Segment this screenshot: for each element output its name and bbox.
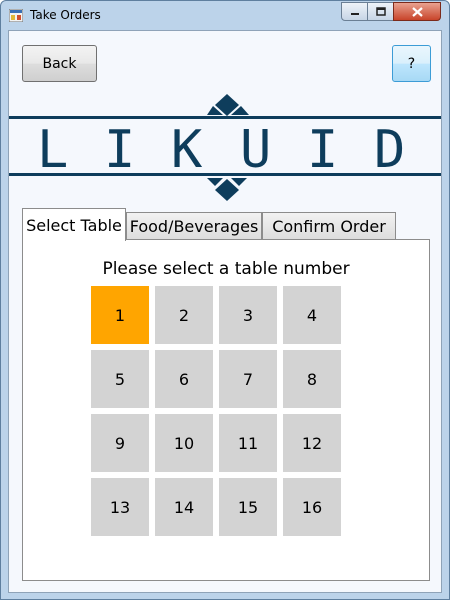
- table-button-7[interactable]: 7: [219, 350, 277, 408]
- window-title: Take Orders: [30, 8, 101, 22]
- likuid-logo: L I K U I D: [9, 94, 441, 201]
- table-grid: 1 2 3 4 5 6 7 8 9 10 11 12 13 14 15 16: [91, 286, 341, 536]
- maximize-button[interactable]: [367, 2, 394, 21]
- table-button-2[interactable]: 2: [155, 286, 213, 344]
- select-table-panel: Please select a table number 1 2 3 4 5 6…: [22, 239, 430, 581]
- logo-top-diamonds: [207, 94, 249, 116]
- logo-letter: K: [171, 120, 203, 180]
- logo-bottom-diamonds: [207, 178, 247, 201]
- table-button-16[interactable]: 16: [283, 478, 341, 536]
- logo-letter: I: [307, 120, 338, 180]
- logo-bottom-rule: [9, 173, 441, 176]
- table-prompt: Please select a table number: [102, 259, 350, 279]
- table-button-12[interactable]: 12: [283, 414, 341, 472]
- table-button-9[interactable]: 9: [91, 414, 149, 472]
- tab-select-table[interactable]: Select Table: [22, 208, 126, 241]
- table-button-6[interactable]: 6: [155, 350, 213, 408]
- logo-letter: D: [374, 120, 405, 180]
- client-area: Back ? L I K U I D Select Table Food/Bev…: [8, 30, 442, 593]
- table-button-13[interactable]: 13: [91, 478, 149, 536]
- help-button[interactable]: ?: [392, 45, 431, 82]
- table-button-5[interactable]: 5: [91, 350, 149, 408]
- minimize-icon: [350, 12, 359, 15]
- tab-food-beverages[interactable]: Food/Beverages: [126, 212, 262, 240]
- minimize-button[interactable]: [341, 2, 368, 21]
- close-button[interactable]: [393, 2, 441, 21]
- table-button-14[interactable]: 14: [155, 478, 213, 536]
- logo-top-rule: [9, 116, 441, 119]
- app-window: Take Orders Back ? L I K U I D Select Ta…: [0, 0, 450, 600]
- table-button-15[interactable]: 15: [219, 478, 277, 536]
- logo-letter: I: [104, 120, 135, 180]
- table-button-4[interactable]: 4: [283, 286, 341, 344]
- table-button-11[interactable]: 11: [219, 414, 277, 472]
- title-bar[interactable]: Take Orders: [1, 1, 449, 29]
- logo-letter: U: [240, 120, 271, 180]
- logo-letter: L: [37, 120, 68, 180]
- table-button-3[interactable]: 3: [219, 286, 277, 344]
- table-button-1[interactable]: 1: [91, 286, 149, 344]
- table-button-10[interactable]: 10: [155, 414, 213, 472]
- close-icon: [411, 6, 423, 17]
- app-icon: [9, 9, 23, 22]
- tab-strip: Select Table Food/Beverages Confirm Orde…: [22, 208, 434, 241]
- tab-confirm-order[interactable]: Confirm Order: [262, 212, 396, 240]
- back-button[interactable]: Back: [22, 45, 97, 82]
- maximize-icon: [375, 7, 386, 16]
- table-button-8[interactable]: 8: [283, 350, 341, 408]
